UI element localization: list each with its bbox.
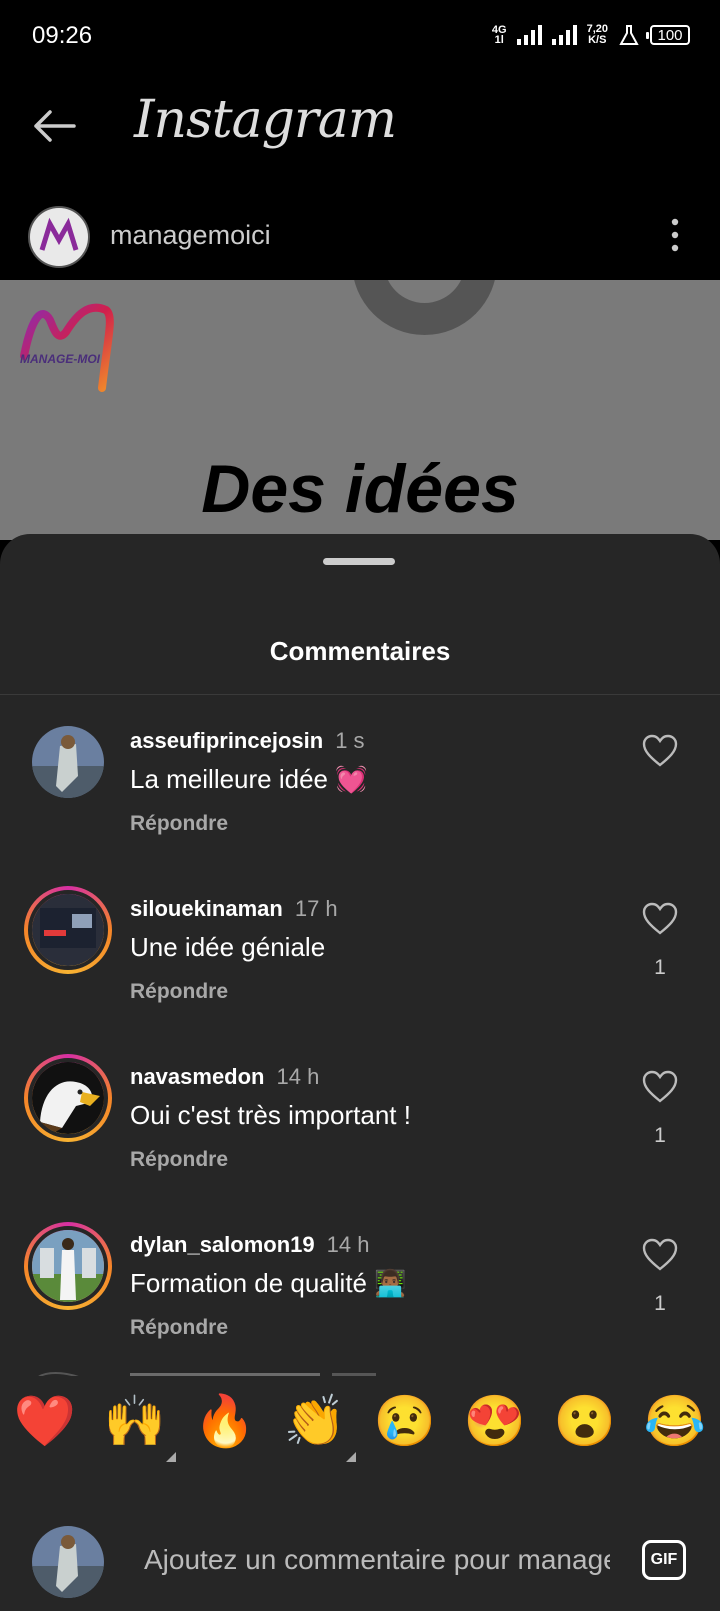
comment-time: 14 h [326, 1232, 370, 1257]
post-headline: Des idées [201, 451, 519, 527]
signal-icon-1 [516, 25, 542, 45]
clipped-comment [0, 1366, 720, 1376]
app-bar: Instagram [0, 72, 720, 192]
comment-item: dylan_salomon19 14 h Formation de qualité… [0, 1220, 720, 1370]
heart-icon[interactable] [642, 1238, 678, 1272]
avatar[interactable] [24, 886, 112, 974]
reply-button[interactable]: Répondre [130, 980, 228, 1004]
brand-name: MANAGE-MOI [20, 352, 100, 366]
like-count: 1 [654, 1292, 666, 1315]
post-image: MANAGE-MOI Des idées [0, 280, 720, 540]
comment-item: navasmedon 14 h Oui c'est très important … [0, 1052, 720, 1202]
comment-username[interactable]: asseufiprincejosin 1 s [130, 728, 365, 754]
comment-username[interactable]: silouekinaman 17 h [130, 896, 338, 922]
comment-username[interactable]: dylan_salomon19 14 h [130, 1232, 369, 1258]
comment-input[interactable]: Ajoutez un commentaire pour managemoici.… [144, 1544, 610, 1576]
divider [0, 694, 720, 695]
reaction-clap[interactable]: 👏 [280, 1386, 356, 1462]
owner-username[interactable]: managemoici [110, 220, 271, 251]
post-owner-row: managemoici [0, 192, 720, 280]
network-type: 4G 1l [491, 24, 507, 46]
flask-icon [619, 25, 639, 45]
instagram-logo: Instagram [134, 90, 397, 150]
status-bar: 09:26 4G 1l 7,20 K/S 100 [0, 0, 720, 72]
comment-text: Une idée géniale [130, 932, 326, 962]
comment-text: La meilleure idée 💓 [130, 764, 368, 794]
owner-avatar[interactable] [28, 206, 90, 268]
comment-time: 14 h [276, 1064, 320, 1089]
skin-tone-indicator [346, 1452, 356, 1462]
reply-button[interactable]: Répondre [130, 812, 228, 836]
reaction-laughing[interactable]: 😂 [640, 1386, 710, 1456]
reaction-crying[interactable]: 😢 [370, 1386, 440, 1456]
comment-item: asseufiprincejosin 1 s La meilleure idée … [0, 716, 720, 866]
status-time: 09:26 [32, 22, 93, 49]
comment-text: Oui c'est très important ! [130, 1100, 411, 1130]
like-count: 1 [654, 956, 666, 979]
drag-handle[interactable] [323, 558, 395, 565]
skin-tone-indicator [166, 1452, 176, 1462]
reaction-raised-hands[interactable]: 🙌 [100, 1386, 176, 1462]
back-arrow-icon[interactable] [30, 102, 78, 150]
reply-button[interactable]: Répondre [130, 1148, 228, 1172]
signal-icon-2 [551, 25, 577, 45]
comment-text: Formation de qualité 👨🏾‍💻 [130, 1268, 407, 1298]
more-options-icon[interactable] [670, 218, 680, 252]
comment-time: 17 h [294, 896, 338, 921]
reaction-fire[interactable]: 🔥 [190, 1386, 260, 1456]
reaction-heart-eyes[interactable]: 😍 [460, 1386, 530, 1456]
comment-composer: Ajoutez un commentaire pour managemoici.… [0, 1476, 720, 1611]
reply-button[interactable]: Répondre [130, 1316, 228, 1340]
comment-item: silouekinaman 17 h Une idée géniale Répon… [0, 884, 720, 1034]
avatar[interactable] [32, 726, 104, 798]
current-user-avatar [32, 1526, 104, 1598]
battery-icon: 100 [646, 25, 690, 45]
decorative-ring [352, 280, 497, 335]
heart-icon[interactable] [642, 1070, 678, 1104]
reaction-surprised[interactable]: 😮 [550, 1386, 620, 1456]
comment-time: 1 s [335, 728, 365, 753]
sheet-title: Commentaires [269, 636, 451, 666]
like-count: 1 [654, 1124, 666, 1147]
heart-icon[interactable] [642, 902, 678, 936]
heart-icon[interactable] [642, 734, 678, 768]
status-icons: 4G 1l 7,20 K/S 100 [492, 24, 690, 46]
network-speed: 7,20 K/S [586, 23, 608, 46]
reaction-heart[interactable]: ❤️ [10, 1386, 80, 1456]
avatar[interactable] [24, 1054, 112, 1142]
brand-logo [20, 303, 114, 392]
avatar[interactable] [24, 1222, 112, 1310]
quick-reactions-bar: ❤️ 🙌 🔥 👏 😢 😍 😮 😂 [0, 1386, 720, 1476]
gif-button[interactable]: GIF [642, 1540, 686, 1580]
comment-username[interactable]: navasmedon 14 h [130, 1064, 319, 1090]
